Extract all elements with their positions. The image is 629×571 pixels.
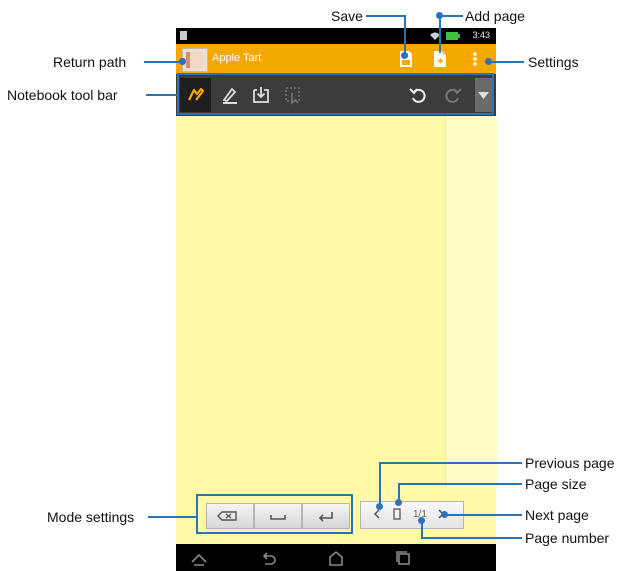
page-number-callout-dot (418, 517, 425, 524)
add-page-callout-dot (436, 12, 443, 19)
toolbar-highlight (177, 73, 494, 115)
next-page-callout-line (444, 514, 522, 516)
next-page-callout: Next page (525, 507, 589, 523)
page-size-callout-line (399, 483, 522, 485)
settings-icon[interactable] (472, 51, 478, 67)
mode-settings-highlight (196, 494, 353, 534)
battery-icon (446, 32, 460, 40)
mode-settings-callout-line (148, 516, 196, 518)
home-icon[interactable] (327, 549, 345, 567)
next-page-callout-dot (441, 511, 448, 518)
notebook-title[interactable]: Apple Tart (212, 52, 261, 64)
notebook-tool-bar-callout: Notebook tool bar (7, 87, 118, 103)
page-size-callout-dot (395, 499, 402, 506)
page-size-callout: Page size (525, 476, 587, 492)
page-number-callout-line (422, 537, 522, 539)
return-path-callout: Return path (53, 54, 127, 70)
save-callout-line (404, 15, 406, 55)
return-path-callout-dot (179, 58, 186, 65)
add-page-callout: Add page (465, 8, 525, 24)
up-icon[interactable] (190, 549, 208, 567)
status-bar: 3:43 (176, 28, 496, 44)
page-size-icon[interactable] (392, 506, 402, 522)
save-callout-line (366, 15, 406, 17)
previous-page-callout-line (379, 462, 381, 506)
status-time: 3:43 (472, 30, 490, 40)
page-number-callout: Page number (525, 530, 610, 546)
save-callout: Save (331, 8, 363, 24)
notification-icon (180, 31, 187, 40)
settings-callout-dot (485, 58, 492, 65)
settings-callout-line (488, 61, 524, 63)
previous-page-callout-dot (376, 503, 383, 510)
toolbar-callout-line (146, 94, 178, 96)
settings-callout: Settings (528, 54, 579, 70)
previous-page-callout: Previous page (525, 455, 615, 471)
notebook-icon (186, 52, 204, 68)
mode-settings-callout: Mode settings (47, 509, 135, 525)
page-margin (445, 116, 497, 488)
add-page-callout-line (440, 15, 463, 17)
return-path-callout-line (144, 61, 182, 63)
recents-icon[interactable] (394, 549, 412, 567)
title-bar: Apple Tart (176, 44, 496, 74)
save-callout-dot (401, 52, 408, 59)
previous-page-callout-line (380, 462, 522, 464)
back-icon[interactable] (259, 549, 277, 567)
add-page-callout-line (439, 15, 441, 53)
